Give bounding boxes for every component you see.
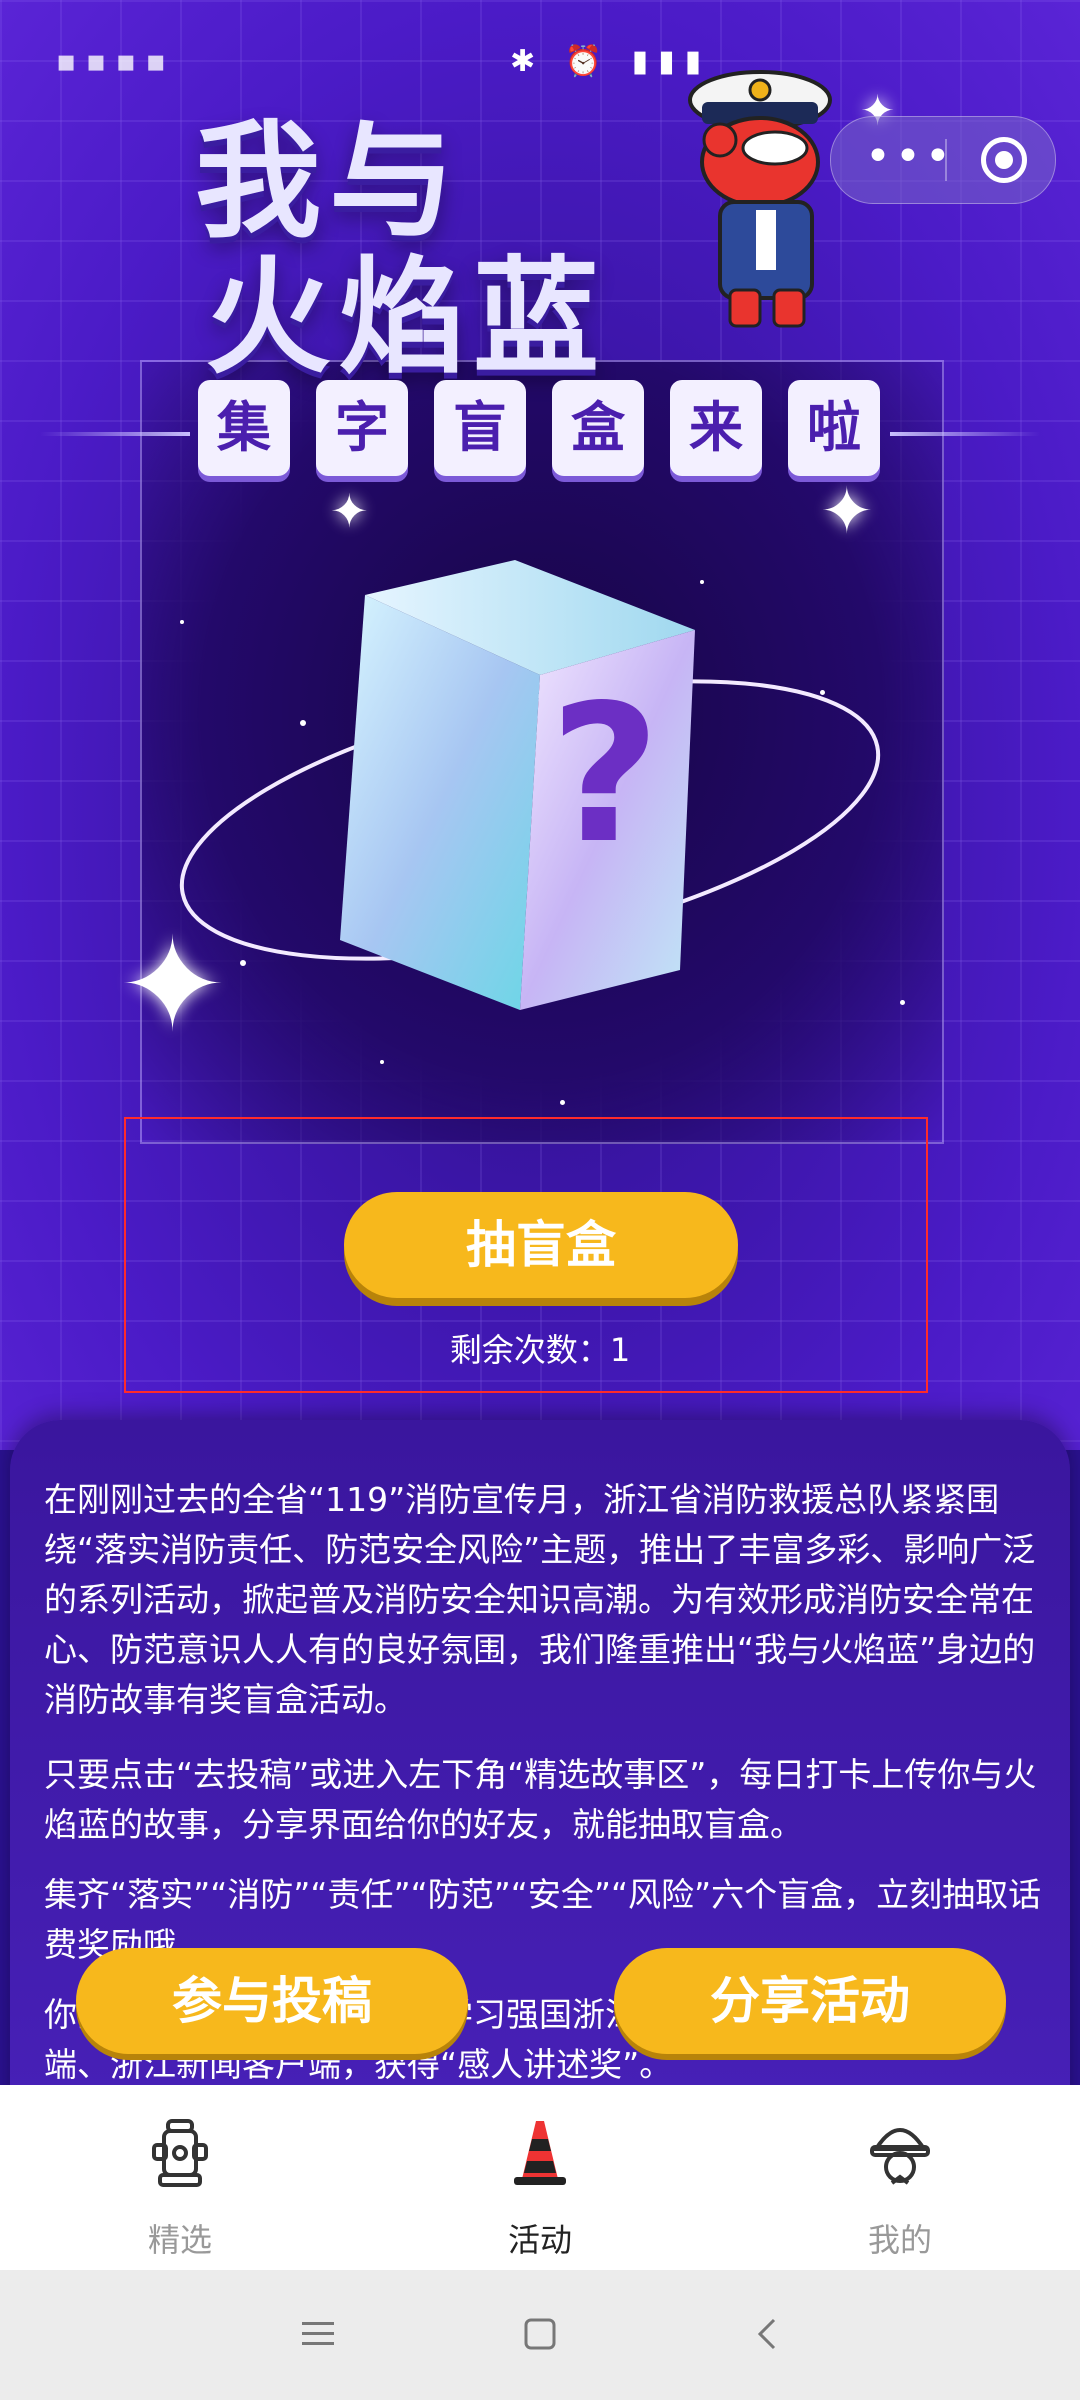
- subtitle-tile: 集: [198, 380, 290, 476]
- menu-icon[interactable]: [300, 2316, 336, 2352]
- capsule-divider: [945, 139, 947, 181]
- subtitle-tiles: 集 字 盲 盒 来 啦: [198, 380, 898, 480]
- tab-featured[interactable]: 精选: [0, 2085, 360, 2270]
- page-title-line2: 火焰蓝: [205, 244, 607, 391]
- subtitle-tile: 盲: [434, 380, 526, 476]
- sparkle-icon: ✦: [330, 484, 369, 538]
- star-dot: [560, 1100, 565, 1105]
- divider-line: [890, 432, 1040, 436]
- system-navigation-bar: [0, 2270, 1080, 2400]
- home-icon[interactable]: [522, 2316, 558, 2352]
- mini-program-capsule: •••: [830, 116, 1056, 204]
- description-paragraph: 只要点击“去投稿”或进入左下角“精选故事区”，每日打卡上传你与火焰蓝的故事，分享…: [44, 1755, 1037, 1844]
- subtitle-tile: 字: [316, 380, 408, 476]
- tab-label: 精选: [147, 2221, 212, 2259]
- tab-activity[interactable]: 活动: [360, 2085, 720, 2270]
- svg-text:?: ?: [550, 664, 660, 885]
- more-icon[interactable]: •••: [865, 131, 955, 182]
- firefighter-helmet-icon: [870, 2128, 930, 2185]
- close-target-icon[interactable]: [981, 137, 1027, 183]
- blind-box-icon[interactable]: ?: [120, 540, 940, 1060]
- remaining-count: 剩余次数：1: [449, 1331, 631, 1369]
- sparkle-icon: ✦: [820, 475, 874, 549]
- status-bar: ▪ ▪ ▪ ▪ ✱ ⏰ ▮▮▮: [0, 40, 1080, 90]
- divider-line: [40, 432, 190, 436]
- star-dot: [380, 1060, 384, 1064]
- firefighter-mascot-icon: [688, 70, 832, 328]
- submit-story-button[interactable]: 参与投稿: [76, 1948, 468, 2054]
- subtitle-tile: 盒: [552, 380, 644, 476]
- share-activity-button[interactable]: 分享活动: [614, 1948, 1006, 2054]
- bottom-tab-bar: 精选 活动 我的: [0, 2085, 1080, 2270]
- back-icon[interactable]: [750, 2316, 786, 2352]
- fire-hydrant-icon: [152, 2119, 208, 2187]
- tab-mine[interactable]: 我的: [720, 2085, 1080, 2270]
- traffic-cone-icon: [514, 2121, 566, 2185]
- tab-label: 我的: [867, 2221, 932, 2259]
- tab-label: 活动: [507, 2221, 572, 2259]
- subtitle-tile: 啦: [788, 380, 880, 476]
- draw-blind-box-button[interactable]: 抽盲盒: [344, 1192, 738, 1298]
- subtitle-tile: 来: [670, 380, 762, 476]
- status-time: ▪ ▪ ▪ ▪: [56, 44, 166, 79]
- description-paragraph: 在刚刚过去的全省“119”消防宣传月，浙江省消防救援总队紧紧围绕“落实消防责任、…: [44, 1480, 1036, 1719]
